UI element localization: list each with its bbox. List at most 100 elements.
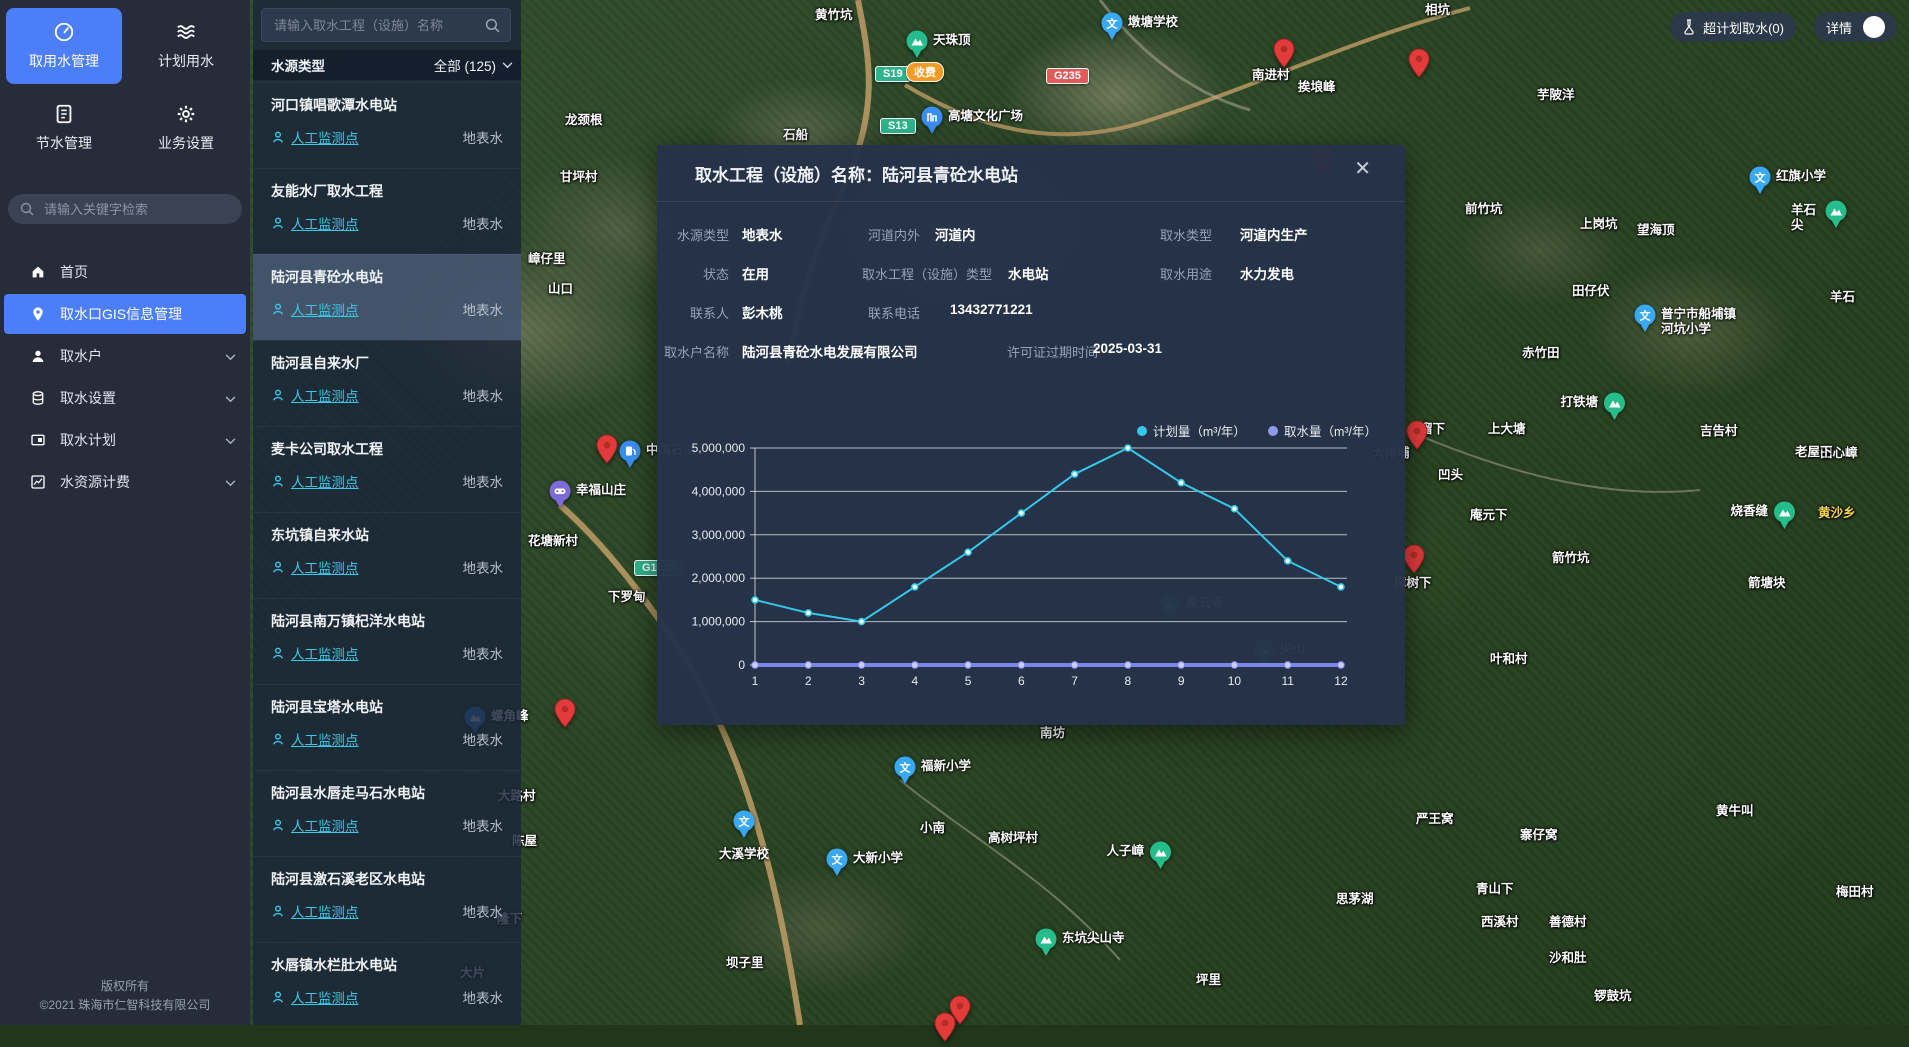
plan-series-point[interactable]	[1231, 506, 1237, 512]
sidebar-item-4[interactable]: 取水计划	[0, 420, 250, 460]
manual-monitor-link[interactable]: 人工监测点	[291, 385, 359, 405]
red-pin-marker[interactable]	[554, 698, 576, 733]
app-tile-1[interactable]: 计划用水	[128, 8, 244, 84]
plan-series-point[interactable]	[1125, 445, 1131, 451]
sidebar-search[interactable]	[8, 194, 242, 224]
legend-item-1[interactable]: 取水量（m³/年）	[1268, 421, 1377, 440]
manual-monitor-link[interactable]: 人工监测点	[291, 815, 359, 835]
map-poi-school[interactable]: 文福新小学	[893, 756, 975, 790]
plan-series-point[interactable]	[1018, 510, 1024, 516]
plan-series-point[interactable]	[965, 549, 971, 555]
manual-monitor-link[interactable]: 人工监测点	[291, 729, 359, 749]
map-poi-purple[interactable]: 幸福山庄	[548, 480, 630, 514]
manual-monitor-link[interactable]: 人工监测点	[291, 127, 359, 147]
topbar: 超计划取水(0) 详情	[1670, 12, 1897, 42]
facility-search-input[interactable]	[272, 17, 485, 34]
over-plan-alert-button[interactable]: 超计划取水(0)	[1670, 12, 1796, 42]
sidebar-item-2[interactable]: 取水户	[0, 336, 250, 376]
map-poi-school[interactable]: 文红旗小学	[1748, 166, 1830, 200]
map-place-label: 箭塘块	[1748, 576, 1786, 592]
facility-list-item[interactable]: 河口镇唱歌潭水电站人工监测点地表水	[253, 82, 521, 168]
search-icon[interactable]	[485, 18, 500, 33]
red-pin-marker[interactable]	[1406, 420, 1428, 455]
intake-series-point[interactable]	[965, 662, 972, 669]
map-poi-green[interactable]: 天珠顶	[905, 30, 975, 64]
plan-series-point[interactable]	[1178, 480, 1184, 486]
water-source-tag: 地表水	[463, 471, 504, 491]
legend-item-0[interactable]: 计划量（m³/年）	[1137, 421, 1246, 440]
copyright-line2: ©2021 珠海市仁智科技有限公司	[0, 996, 250, 1015]
plan-series-point[interactable]	[859, 619, 865, 625]
intake-series-point[interactable]	[1231, 662, 1238, 669]
plan-series-point[interactable]	[752, 597, 758, 603]
intake-series-point[interactable]	[911, 662, 918, 669]
sidebar-search-input[interactable]	[42, 201, 230, 218]
facility-list-item[interactable]: 陆河县宝塔水电站人工监测点地表水	[253, 684, 521, 770]
manual-monitor-link[interactable]: 人工监测点	[291, 299, 359, 319]
map-poi-green[interactable]: 东坑尖山寺	[1034, 928, 1129, 962]
manual-monitor-link[interactable]: 人工监测点	[291, 987, 359, 1007]
map-poi-school[interactable]: 文大新小学	[825, 848, 907, 882]
plan-series-point[interactable]	[1285, 558, 1291, 564]
intake-series-point[interactable]	[858, 662, 865, 669]
facility-list-item[interactable]: 麦卡公司取水工程人工监测点地表水	[253, 426, 521, 512]
sidebar-item-3[interactable]: 取水设置	[0, 378, 250, 418]
facility-list-item[interactable]: 陆河县青砼水电站人工监测点地表水	[253, 254, 521, 340]
manual-monitor-link[interactable]: 人工监测点	[291, 557, 359, 577]
intake-series-point[interactable]	[805, 662, 812, 669]
map-poi-school[interactable]: 文大溪学校	[715, 810, 773, 862]
close-icon[interactable]: ✕	[1354, 159, 1371, 179]
detail-toggle[interactable]: 详情	[1814, 12, 1897, 42]
manual-monitor-link[interactable]: 人工监测点	[291, 643, 359, 663]
app-tile-2[interactable]: 节水管理	[6, 90, 122, 166]
purple-marker-icon	[548, 480, 572, 514]
map-place-label: 花塘新村	[528, 534, 578, 550]
red-pin-marker[interactable]	[934, 1012, 956, 1047]
facility-list-item[interactable]: 陆河县南万镇杞洋水电站人工监测点地表水	[253, 598, 521, 684]
facility-list-item[interactable]: 陆河县激石溪老区水电站人工监测点地表水	[253, 856, 521, 942]
facility-list-item[interactable]: 东坑镇自来水站人工监测点地表水	[253, 512, 521, 598]
plan-series-point[interactable]	[912, 584, 918, 590]
map-poi-green[interactable]: 烧香缝	[1726, 501, 1796, 535]
plan-series-point[interactable]	[1338, 584, 1344, 590]
facility-list-item[interactable]: 友能水厂取水工程人工监测点地表水	[253, 168, 521, 254]
toggle-knob[interactable]	[1863, 16, 1885, 38]
manual-monitor-link[interactable]: 人工监测点	[291, 471, 359, 491]
manual-monitor-link[interactable]: 人工监测点	[291, 901, 359, 921]
intake-series-point[interactable]	[1071, 662, 1078, 669]
map-poi-green[interactable]: 人子嶂	[1102, 841, 1172, 875]
map-poi-school[interactable]: 文墩塘学校	[1100, 12, 1182, 46]
plan-series-point[interactable]	[805, 610, 811, 616]
sidebar-item-0[interactable]: 首页	[0, 252, 250, 292]
facility-search[interactable]	[261, 8, 511, 42]
facility-list-item[interactable]: 陆河县自来水厂人工监测点地表水	[253, 340, 521, 426]
x-tick-label: 4	[911, 674, 918, 688]
intake-series-point[interactable]	[752, 662, 759, 669]
red-pin-marker[interactable]	[596, 434, 618, 469]
facility-list-item[interactable]: 水唇镇水栏肚水电站人工监测点地表水	[253, 942, 521, 1025]
intake-series-point[interactable]	[1124, 662, 1131, 669]
plan-series-point[interactable]	[1072, 471, 1078, 477]
map-poi-green[interactable]: 羊石尖	[1787, 200, 1848, 234]
manual-monitor-link[interactable]: 人工监测点	[291, 213, 359, 233]
facility-list-item[interactable]: 陆河县水唇走马石水电站人工监测点地表水	[253, 770, 521, 856]
intake-series-point[interactable]	[1338, 662, 1345, 669]
intake-series-point[interactable]	[1284, 662, 1291, 669]
filter-value-dropdown[interactable]: 全部 (125)	[434, 55, 513, 75]
sidebar-item-5[interactable]: 水资源计费	[0, 462, 250, 502]
y-tick-label: 1,000,000	[692, 615, 746, 629]
red-pin-marker[interactable]	[1403, 544, 1425, 579]
legend-label: 取水量（m³/年）	[1284, 421, 1377, 440]
app-tile-0[interactable]: 取用水管理	[6, 8, 122, 84]
intake-series-point[interactable]	[1018, 662, 1025, 669]
app-tile-3[interactable]: 业务设置	[128, 90, 244, 166]
intake-series-point[interactable]	[1178, 662, 1185, 669]
red-pin-marker[interactable]	[1408, 48, 1430, 83]
field-label: 取水类型	[1160, 225, 1212, 244]
sidebar-item-1[interactable]: 取水口GIS信息管理	[4, 294, 246, 334]
map-poi-building[interactable]: 高塘文化广场	[920, 106, 1027, 140]
field-label: 状态	[657, 264, 729, 283]
map-poi-school[interactable]: 文普宁市船埔镇 河坑小学	[1633, 304, 1740, 338]
red-pin-marker[interactable]	[1273, 38, 1295, 73]
map-poi-green[interactable]: 打铁塘	[1556, 392, 1626, 426]
